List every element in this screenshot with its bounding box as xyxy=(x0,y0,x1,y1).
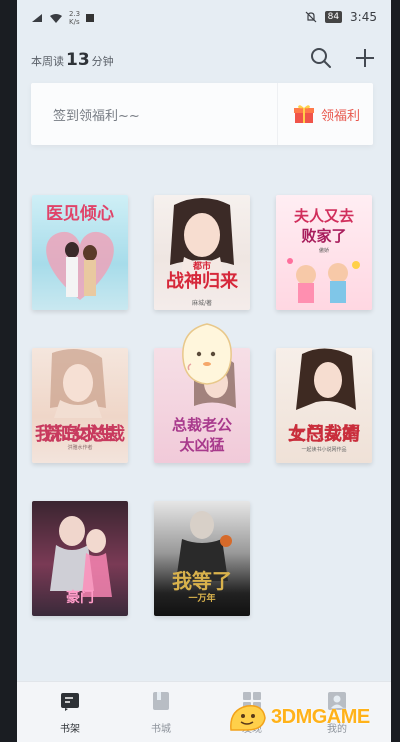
claim-benefits-button[interactable]: 领福利 xyxy=(293,103,360,125)
book-subtitle: 傲娇 xyxy=(318,248,329,254)
watermark-text: 3DMGAME xyxy=(271,705,370,728)
weekly-reading-minutes: 13 xyxy=(66,50,90,70)
weekly-reading-prefix: 本周读 xyxy=(31,55,64,68)
tab-bookshelf[interactable]: 书架 xyxy=(50,690,90,735)
tab-book-store[interactable]: 书城 xyxy=(141,690,181,735)
book-cover[interactable]: 傲娇 夫人又去 败家了 xyxy=(276,195,372,310)
book-cover[interactable]: 医见倾心 xyxy=(32,195,128,310)
book-title: 荒岛求生 xyxy=(44,424,116,445)
banner-divider xyxy=(277,83,278,145)
add-button[interactable] xyxy=(353,46,377,70)
mascot-icon xyxy=(182,323,232,385)
book-cover[interactable]: 豪门 xyxy=(32,501,128,616)
gift-icon xyxy=(294,105,314,123)
book-title-line2: 一万年 xyxy=(188,594,216,604)
network-speed: 2.3 K/s xyxy=(69,10,80,26)
book-author: 一起读书小说网作品 xyxy=(301,447,347,453)
book-title: 上门女婿 xyxy=(288,424,360,445)
sim-signal-icon xyxy=(31,13,43,23)
search-button[interactable] xyxy=(309,46,333,70)
watermark: 3DMGAME xyxy=(227,700,370,734)
book-cover[interactable]: 女总裁的 上门女婿 一起读书小说网作品 xyxy=(276,348,372,463)
app-screen: 2.3 K/s 84 3:45 本周读 13 分钟 签到领福利~~ 领福利 医见… xyxy=(17,0,391,742)
weekly-reading-time: 本周读 13 分钟 xyxy=(31,50,114,70)
plus-icon xyxy=(356,49,374,67)
book-title: 医见倾心 xyxy=(46,204,114,224)
book-store-icon xyxy=(153,692,169,710)
book-author: 洪雅水作者 xyxy=(67,445,93,451)
signin-banner[interactable]: 签到领福利~~ 领福利 xyxy=(31,83,373,145)
book-title: 我等了 xyxy=(172,569,232,593)
bell-off-icon xyxy=(305,11,317,23)
status-left: 2.3 K/s xyxy=(31,10,95,26)
network-speed-unit: K/s xyxy=(69,18,80,26)
network-speed-value: 2.3 xyxy=(69,10,81,18)
clock: 3:45 xyxy=(350,10,377,24)
book-cover[interactable]: 都市 战神归来 麻城/著 xyxy=(154,195,250,310)
bookshelf-icon xyxy=(61,693,79,711)
status-right: 84 3:45 xyxy=(305,10,377,24)
shelf-header: 本周读 13 分钟 xyxy=(31,46,377,74)
notification-square-icon xyxy=(86,14,95,22)
book-author: 麻城/著 xyxy=(191,300,213,307)
book-title: 战神归来 xyxy=(166,271,238,292)
wifi-icon xyxy=(49,13,63,24)
book-cover[interactable]: 我和女总裁 荒岛求生 洪雅水作者 xyxy=(32,348,128,463)
tab-book-store-label: 书城 xyxy=(151,724,171,735)
signin-text: 签到领福利~~ xyxy=(53,109,140,124)
watermark-logo-icon xyxy=(230,705,266,731)
book-title: 总裁老公 xyxy=(171,416,232,434)
book-title-line2: 太凶猛 xyxy=(179,436,225,454)
book-title: 豪门 xyxy=(66,590,94,606)
book-title-line2: 败家了 xyxy=(301,227,347,245)
tab-bookshelf-label: 书架 xyxy=(60,724,80,735)
claim-benefits-label: 领福利 xyxy=(321,108,361,124)
search-icon xyxy=(311,48,331,68)
book-cover[interactable]: 我等了 一万年 xyxy=(154,501,250,616)
battery-indicator: 84 xyxy=(324,11,343,23)
weekly-reading-unit: 分钟 xyxy=(91,55,114,68)
status-bar: 2.3 K/s 84 3:45 xyxy=(17,0,391,34)
book-title: 夫人又去 xyxy=(293,207,354,225)
